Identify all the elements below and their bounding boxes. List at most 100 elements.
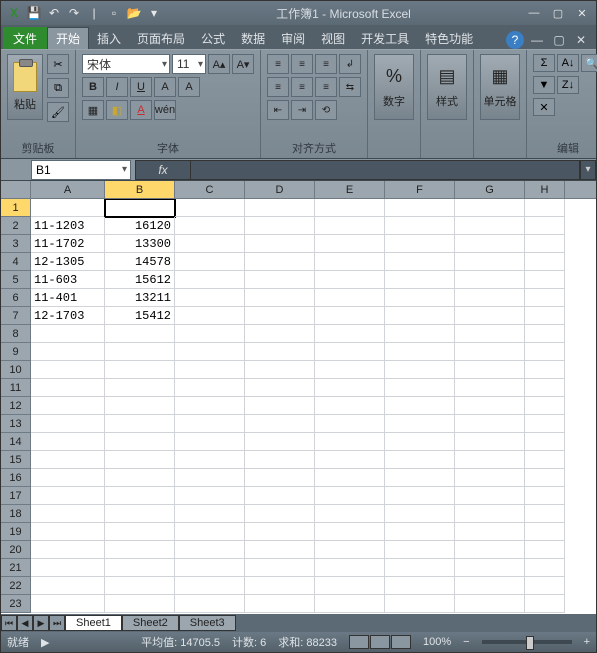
sort-asc-button[interactable]: A↓: [557, 54, 579, 72]
row-header[interactable]: 8: [1, 325, 31, 343]
cell-F2[interactable]: [385, 217, 455, 235]
cell-F1[interactable]: [385, 199, 455, 217]
row-header[interactable]: 20: [1, 541, 31, 559]
cell-D15[interactable]: [245, 451, 315, 469]
row-header[interactable]: 9: [1, 343, 31, 361]
cell-E9[interactable]: [315, 343, 385, 361]
cell-E14[interactable]: [315, 433, 385, 451]
cell-E23[interactable]: [315, 595, 385, 613]
phonetic-button[interactable]: wén: [154, 100, 176, 120]
row-header[interactable]: 23: [1, 595, 31, 613]
styles-button[interactable]: ▤ 样式: [427, 54, 467, 120]
cell-E10[interactable]: [315, 361, 385, 379]
cell-D9[interactable]: [245, 343, 315, 361]
cell-D23[interactable]: [245, 595, 315, 613]
align-middle-button[interactable]: ≡: [291, 54, 313, 74]
save-icon[interactable]: 💾: [25, 4, 43, 22]
cell-A14[interactable]: [31, 433, 105, 451]
cell-E7[interactable]: [315, 307, 385, 325]
cell-A10[interactable]: [31, 361, 105, 379]
cell-H9[interactable]: [525, 343, 565, 361]
increase-font-button[interactable]: A▴: [208, 54, 230, 74]
cell-G13[interactable]: [455, 415, 525, 433]
view-page-layout-button[interactable]: [370, 635, 390, 649]
cell-G7[interactable]: [455, 307, 525, 325]
cell-A4[interactable]: 12-1305: [31, 253, 105, 271]
cell-B21[interactable]: [105, 559, 175, 577]
cell-A12[interactable]: [31, 397, 105, 415]
cell-C12[interactable]: [175, 397, 245, 415]
cell-B15[interactable]: [105, 451, 175, 469]
undo-icon[interactable]: ↶: [45, 4, 63, 22]
decrease-indent-button[interactable]: ⇤: [267, 100, 289, 120]
cell-D11[interactable]: [245, 379, 315, 397]
cell-C3[interactable]: [175, 235, 245, 253]
cell-C15[interactable]: [175, 451, 245, 469]
cell-G10[interactable]: [455, 361, 525, 379]
sheet-nav-next[interactable]: ▶: [33, 615, 49, 631]
cell-A7[interactable]: 12-1703: [31, 307, 105, 325]
bold-button[interactable]: B: [82, 77, 104, 97]
minimize-button[interactable]: —: [524, 5, 544, 21]
row-header[interactable]: 15: [1, 451, 31, 469]
cell-D18[interactable]: [245, 505, 315, 523]
cell-E6[interactable]: [315, 289, 385, 307]
formula-input[interactable]: [191, 160, 580, 180]
row-header[interactable]: 18: [1, 505, 31, 523]
cell-H3[interactable]: [525, 235, 565, 253]
cell-C7[interactable]: [175, 307, 245, 325]
cell-B11[interactable]: [105, 379, 175, 397]
cell-G9[interactable]: [455, 343, 525, 361]
cell-B16[interactable]: [105, 469, 175, 487]
name-box[interactable]: B1: [31, 160, 131, 180]
clear-button[interactable]: ✕: [533, 98, 555, 116]
cell-G5[interactable]: [455, 271, 525, 289]
format-painter-button[interactable]: 🖌: [47, 102, 69, 122]
cell-A20[interactable]: [31, 541, 105, 559]
cell-A1[interactable]: [31, 199, 105, 217]
cell-D17[interactable]: [245, 487, 315, 505]
cell-F16[interactable]: [385, 469, 455, 487]
sheet-nav-prev[interactable]: ◀: [17, 615, 33, 631]
cell-C10[interactable]: [175, 361, 245, 379]
cell-C4[interactable]: [175, 253, 245, 271]
column-header-B[interactable]: B: [105, 181, 175, 198]
cell-D19[interactable]: [245, 523, 315, 541]
cell-G18[interactable]: [455, 505, 525, 523]
cell-F19[interactable]: [385, 523, 455, 541]
fill-button[interactable]: ▼: [533, 76, 555, 94]
cell-D21[interactable]: [245, 559, 315, 577]
file-tab[interactable]: 文件: [3, 27, 47, 49]
cell-G1[interactable]: [455, 199, 525, 217]
cell-D16[interactable]: [245, 469, 315, 487]
cell-G15[interactable]: [455, 451, 525, 469]
cell-H15[interactable]: [525, 451, 565, 469]
cell-B17[interactable]: [105, 487, 175, 505]
cell-B7[interactable]: 15412: [105, 307, 175, 325]
cell-B9[interactable]: [105, 343, 175, 361]
cell-G6[interactable]: [455, 289, 525, 307]
cell-H7[interactable]: [525, 307, 565, 325]
cell-A6[interactable]: 11-401: [31, 289, 105, 307]
cell-G17[interactable]: [455, 487, 525, 505]
cell-E5[interactable]: [315, 271, 385, 289]
cell-E18[interactable]: [315, 505, 385, 523]
row-header[interactable]: 17: [1, 487, 31, 505]
cell-G21[interactable]: [455, 559, 525, 577]
row-header[interactable]: 12: [1, 397, 31, 415]
cell-D20[interactable]: [245, 541, 315, 559]
cell-B13[interactable]: [105, 415, 175, 433]
cell-F14[interactable]: [385, 433, 455, 451]
cell-F22[interactable]: [385, 577, 455, 595]
cell-H1[interactable]: [525, 199, 565, 217]
cell-G19[interactable]: [455, 523, 525, 541]
tab-page-layout[interactable]: 页面布局: [129, 27, 193, 49]
cell-D3[interactable]: [245, 235, 315, 253]
shrink-font-button[interactable]: A: [178, 77, 200, 97]
cell-H17[interactable]: [525, 487, 565, 505]
cell-B18[interactable]: [105, 505, 175, 523]
border-button[interactable]: ▦: [82, 100, 104, 120]
cell-G16[interactable]: [455, 469, 525, 487]
cell-A11[interactable]: [31, 379, 105, 397]
new-icon[interactable]: ▫: [105, 4, 123, 22]
